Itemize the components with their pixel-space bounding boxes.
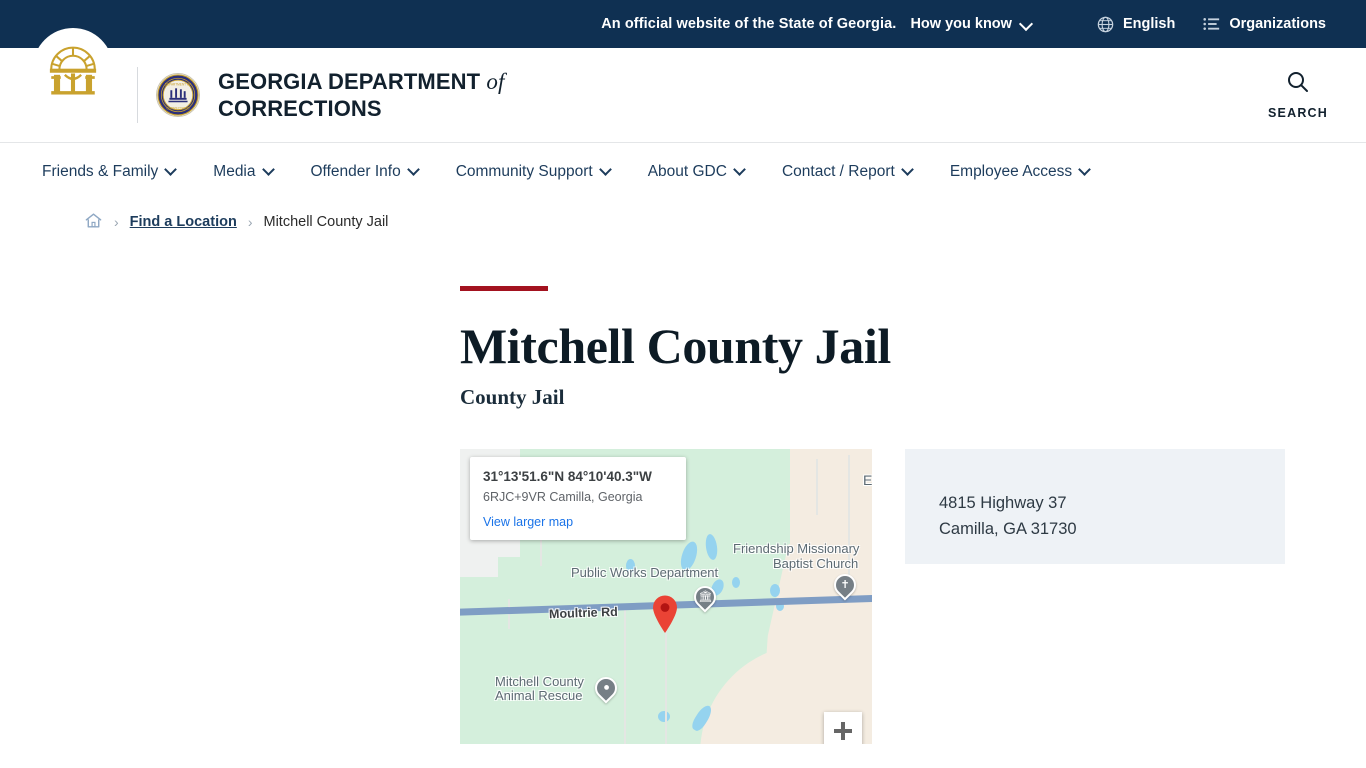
nav-item-employee-access[interactable]: Employee Access xyxy=(950,163,1091,181)
nav-item-friends-family[interactable]: Friends & Family xyxy=(42,163,177,181)
nav-item-offender-info[interactable]: Offender Info xyxy=(311,163,420,181)
view-larger-map-link[interactable]: View larger map xyxy=(483,515,673,529)
nav-item-community-support[interactable]: Community Support xyxy=(456,163,612,181)
map-label-animal-rescue-1: Mitchell County xyxy=(495,673,584,689)
organizations-link[interactable]: Organizations xyxy=(1203,16,1326,32)
brand-of: of xyxy=(486,69,505,95)
page-title: Mitchell County Jail xyxy=(460,318,891,374)
map-poi-baptist-church[interactable]: ✝ xyxy=(829,568,861,602)
home-icon[interactable] xyxy=(84,211,103,234)
nav-label: Employee Access xyxy=(949,163,1073,180)
brand-line-1: GEORGIA DEPARTMENT xyxy=(218,69,481,95)
map-poi-public-works[interactable]: 🏛 xyxy=(689,580,721,614)
map-label-clipped-street: E xyxy=(863,471,872,488)
map-water xyxy=(732,576,740,588)
page-subtitle: County Jail xyxy=(460,384,565,409)
map-label-animal-rescue-2: Animal Rescue xyxy=(495,687,583,703)
breadcrumb-separator: › xyxy=(114,214,119,230)
brand-divider xyxy=(137,67,138,123)
chevron-down-icon xyxy=(1080,165,1091,176)
nav-label: Contact / Report xyxy=(781,163,895,180)
main-navigation: Friends & Family Media Offender Info Com… xyxy=(0,143,1366,201)
map-label-friendship-church-2: Baptist Church xyxy=(773,555,859,571)
chevron-down-icon xyxy=(903,165,914,176)
nav-item-media[interactable]: Media xyxy=(213,163,274,181)
map-zoom-in-button[interactable] xyxy=(824,711,862,744)
svg-text:CORRECTIONS: CORRECTIONS xyxy=(166,106,189,110)
government-building-icon: 🏛 xyxy=(698,590,712,602)
brand-block[interactable]: DEPARTMENT OF CORRECTIONS GEORGIA DEPART… xyxy=(137,67,504,123)
map-label-friendship-church-1: Friendship Missionary xyxy=(733,540,860,556)
georgia-arch-icon xyxy=(49,46,97,95)
chevron-down-icon xyxy=(601,165,612,176)
map-water xyxy=(770,583,780,597)
map-location-marker[interactable] xyxy=(651,594,679,634)
list-icon xyxy=(1203,17,1220,31)
chevron-down-icon xyxy=(409,165,420,176)
plus-icon xyxy=(834,721,852,740)
church-cross-icon: ✝ xyxy=(840,578,850,590)
address-city-state-zip: Camilla, GA 31730 xyxy=(939,520,1077,539)
brand-line-2: CORRECTIONS xyxy=(218,95,382,121)
map-minor-road xyxy=(816,458,818,515)
site-header: DEPARTMENT OF CORRECTIONS GEORGIA DEPART… xyxy=(0,28,1366,143)
georgia-state-seal-logo[interactable] xyxy=(33,28,113,108)
breadcrumb-item-find-a-location[interactable]: Find a Location xyxy=(130,214,237,230)
nav-label: Community Support xyxy=(455,163,593,180)
map-minor-road xyxy=(624,608,626,744)
map-label-moultrie-rd: Moultrie Rd xyxy=(548,604,618,621)
nav-label: About GDC xyxy=(647,163,727,180)
breadcrumb-item-current: Mitchell County Jail xyxy=(263,214,389,230)
map-minor-road xyxy=(665,620,667,744)
map-info-card: 31°13'51.6"N 84°10'40.3"W 6RJC+9VR Camil… xyxy=(470,456,686,540)
organizations-label: Organizations xyxy=(1229,16,1326,32)
address-panel: 4815 Highway 37 Camilla, GA 31730 xyxy=(905,448,1285,564)
language-label: English xyxy=(1122,16,1176,32)
address-street: 4815 Highway 37 xyxy=(939,493,1067,512)
location-map[interactable]: Public Works Department Friendship Missi… xyxy=(460,448,872,744)
chevron-down-icon xyxy=(1021,18,1033,30)
chevron-down-icon xyxy=(735,165,746,176)
map-terrain-grey xyxy=(460,536,498,577)
search-button[interactable]: SEARCH xyxy=(1268,70,1328,120)
nav-item-about-gdc[interactable]: About GDC xyxy=(648,163,746,181)
nav-label: Offender Info xyxy=(310,163,401,180)
chevron-down-icon xyxy=(166,165,177,176)
how-you-know-label: How you know xyxy=(910,16,1012,32)
brand-title: GEORGIA DEPARTMENT of CORRECTIONS xyxy=(218,69,504,120)
nav-label: Friends & Family xyxy=(42,163,159,180)
map-label-public-works: Public Works Department xyxy=(571,564,719,580)
search-label: SEARCH xyxy=(1268,106,1328,120)
nav-item-contact-report[interactable]: Contact / Report xyxy=(782,163,914,181)
government-banner: An official website of the State of Geor… xyxy=(0,0,1366,48)
breadcrumb: › Find a Location › Mitchell County Jail xyxy=(0,201,1366,243)
gdc-seal-icon: DEPARTMENT OF CORRECTIONS xyxy=(156,73,200,117)
map-water xyxy=(658,710,670,722)
circle-dot-icon: ● xyxy=(602,681,610,693)
how-you-know-button[interactable]: How you know xyxy=(910,16,1033,32)
breadcrumb-separator: › xyxy=(247,214,253,230)
language-selector[interactable]: English xyxy=(1097,16,1175,33)
official-website-text: An official website of the State of Geor… xyxy=(601,16,897,32)
search-icon xyxy=(1286,70,1310,99)
location-info-row: Public Works Department Friendship Missi… xyxy=(460,448,1366,744)
map-poi-animal-rescue[interactable]: ● xyxy=(590,671,622,705)
map-plus-code: 6RJC+9VR Camilla, Georgia xyxy=(483,489,643,504)
svg-text:DEPARTMENT OF: DEPARTMENT OF xyxy=(165,82,192,86)
globe-icon xyxy=(1097,16,1114,33)
page-content: Mitchell County Jail County Jail Public … xyxy=(0,243,1366,744)
map-coordinates: 31°13'51.6"N 84°10'40.3"W xyxy=(483,468,652,484)
chevron-down-icon xyxy=(264,165,275,176)
accent-bar xyxy=(460,286,548,291)
nav-label: Media xyxy=(213,163,256,180)
